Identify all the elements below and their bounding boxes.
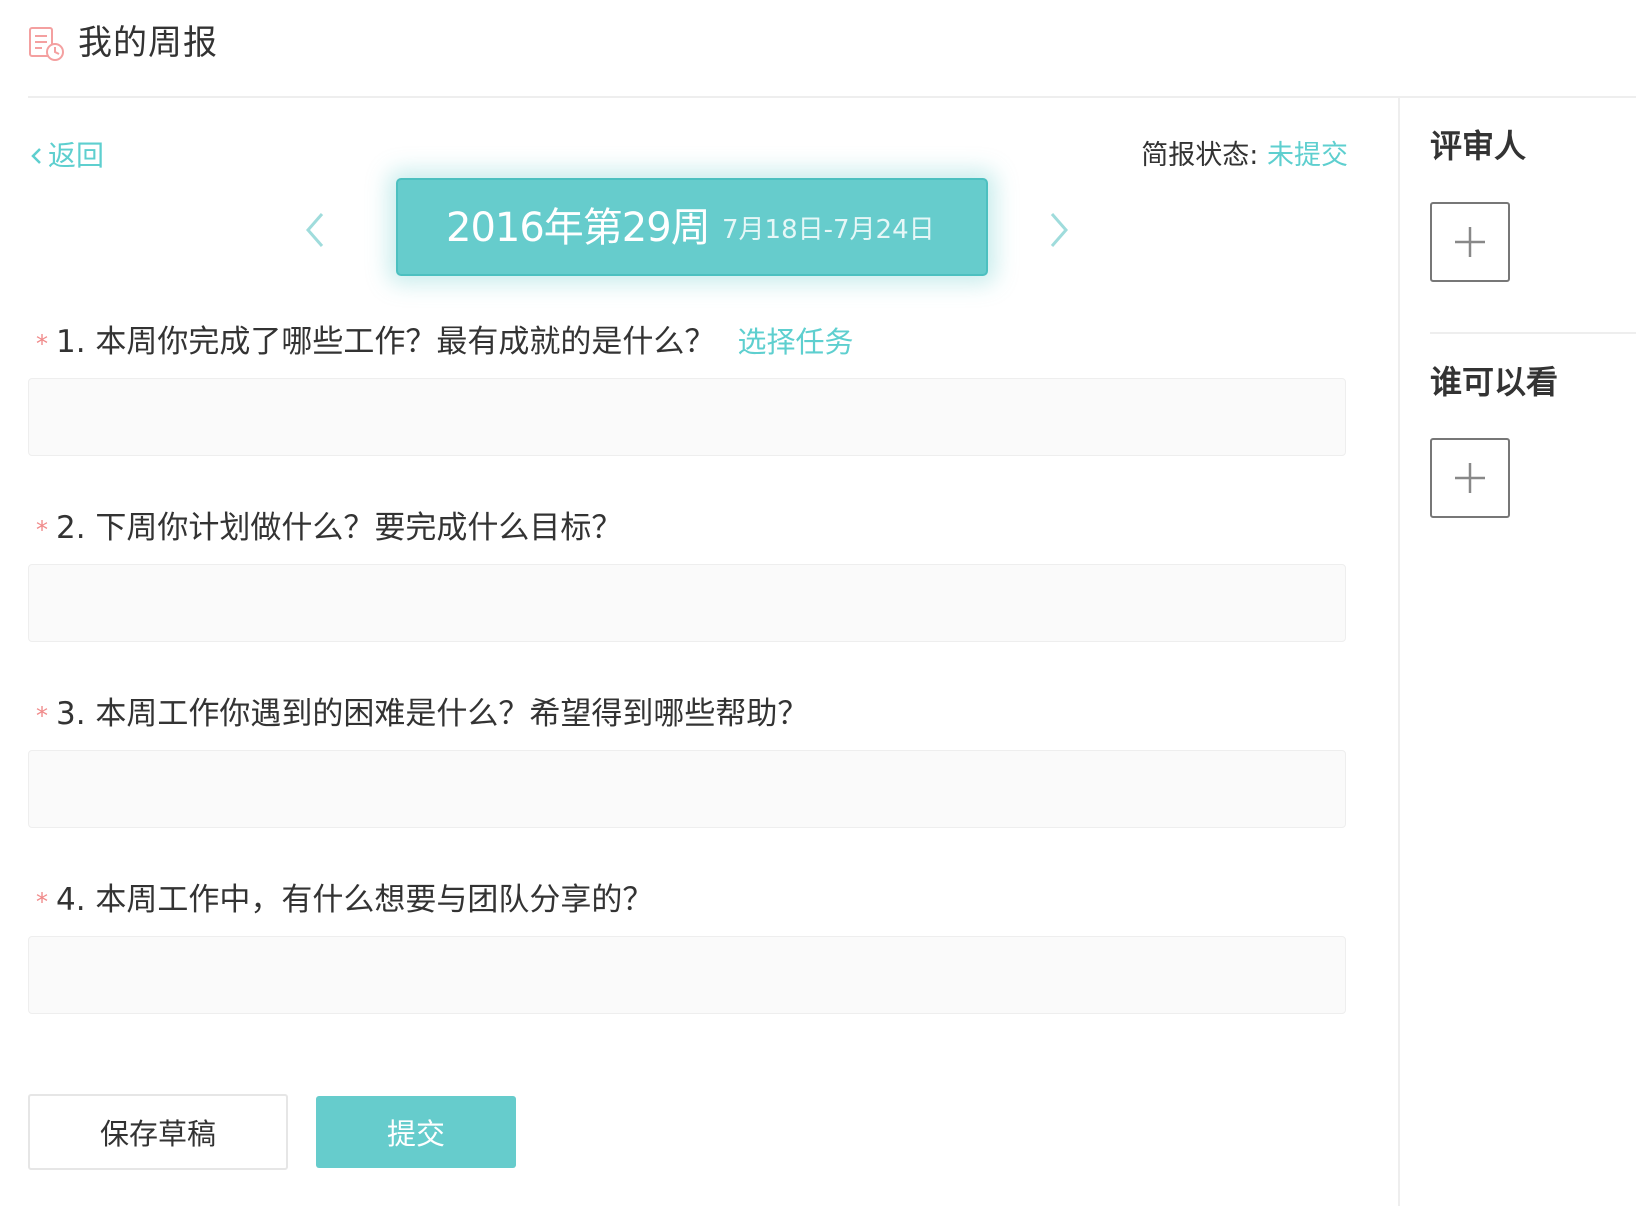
question-3: * 3. 本周工作你遇到的困难是什么？希望得到哪些帮助？ [28,692,808,736]
page-title: 我的周报 [78,23,218,63]
answer-field-4[interactable] [28,936,1346,1014]
required-marker: * [36,702,48,730]
question-label: 1. 本周你完成了哪些工作？最有成就的是什么？ [56,324,716,360]
answer-field-2[interactable] [28,564,1346,642]
reviewers-title: 评审人 [1430,127,1527,165]
week-title: 2016年第29周 [446,205,711,251]
back-link-label: 返回 [48,139,105,172]
previous-week-button[interactable] [300,208,330,252]
select-task-link[interactable]: 选择任务 [737,320,853,364]
add-reviewer-button[interactable] [1430,202,1510,282]
status-value: 未提交 [1267,140,1348,171]
week-date-range: 7月18日-7月24日 [722,215,935,245]
plus-icon [1455,463,1485,493]
answer-field-3[interactable] [28,750,1346,828]
sidebar-section-divider [1430,332,1636,334]
viewers-title: 谁可以看 [1430,363,1559,401]
plus-icon [1455,227,1485,257]
question-1: * 1. 本周你完成了哪些工作？最有成就的是什么？ 选择任务 [28,320,853,364]
page-header: 我的周报 [0,0,1636,98]
question-2: * 2. 下周你计划做什么？要完成什么目标？ [28,506,622,550]
submit-button[interactable]: 提交 [316,1096,516,1168]
save-draft-button[interactable]: 保存草稿 [28,1094,288,1170]
question-label: 3. 本周工作你遇到的困难是什么？希望得到哪些帮助？ [56,696,809,732]
report-form: 返回 简报状态: 未提交 2016年第29周 7月18日-7月24日 * 1. … [0,98,1398,1206]
question-4: * 4. 本周工作中，有什么想要与团队分享的？ [28,878,653,922]
required-marker: * [36,888,48,916]
required-marker: * [36,330,48,358]
back-link[interactable]: 返回 [28,136,104,176]
chevron-right-icon [1050,213,1068,247]
required-marker: * [36,516,48,544]
status-label: 简报状态: [1141,140,1259,171]
answer-field-1[interactable] [28,378,1346,456]
chevron-left-icon [31,148,41,164]
question-label: 4. 本周工作中，有什么想要与团队分享的？ [56,882,654,918]
next-week-button[interactable] [1044,208,1074,252]
report-clock-icon [28,26,66,62]
report-status: 简报状态: 未提交 [1141,136,1348,176]
week-selector: 2016年第29周 7月18日-7月24日 [396,178,988,276]
sidebar-divider [1398,98,1400,1206]
chevron-left-icon [306,213,324,247]
question-label: 2. 下周你计划做什么？要完成什么目标？ [56,510,623,546]
add-viewer-button[interactable] [1430,438,1510,518]
